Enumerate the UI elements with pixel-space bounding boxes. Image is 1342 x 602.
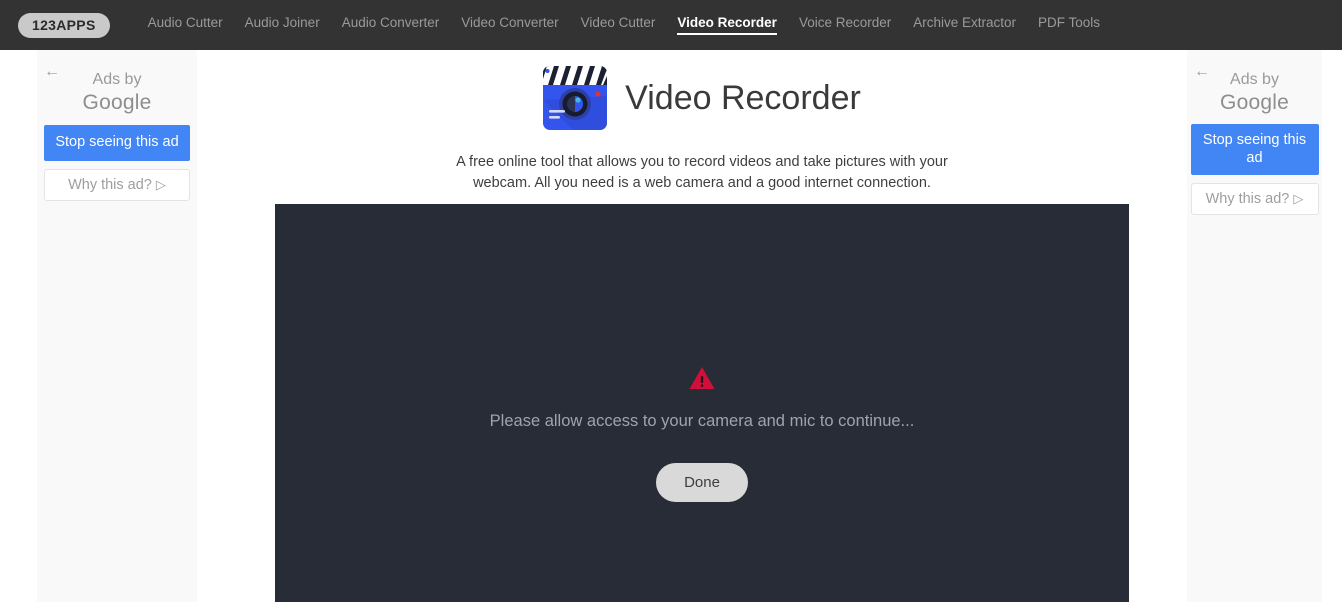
nav-link-video-cutter[interactable]: Video Cutter — [581, 15, 656, 35]
stop-seeing-this-ad-button-left[interactable]: Stop seeing this ad — [44, 125, 190, 161]
video-preview-stage: Please allow access to your camera and m… — [275, 204, 1129, 602]
nav-link-audio-cutter[interactable]: Audio Cutter — [148, 15, 223, 35]
permission-message-text: Please allow access to your camera and m… — [489, 412, 915, 430]
why-this-ad-label-left: Why this ad? — [68, 176, 152, 193]
nav-link-audio-joiner[interactable]: Audio Joiner — [245, 15, 320, 35]
main-nav-links: Audio Cutter Audio Joiner Audio Converter V… — [148, 15, 1122, 35]
brand-logo-123apps[interactable]: 123APPS — [18, 12, 110, 38]
play-caret-icon-left: ▷ — [155, 176, 166, 192]
top-navigation-bar: 123APPS Audio Cutter Audio Joiner Audio Co… — [0, 0, 1342, 50]
nav-link-video-recorder[interactable]: Video Recorder — [677, 15, 777, 35]
warning-triangle-icon — [275, 366, 1129, 395]
ads-by-google-label-left: Ads by Google — [37, 60, 197, 115]
ad-panel-left: ← Ads by Google Stop seeing this ad Why … — [37, 50, 197, 602]
why-this-ad-button-left[interactable]: Why this ad? ▷ — [44, 168, 190, 201]
ads-by-text-left: Ads by — [92, 71, 142, 88]
page-body: ← Ads by Google Stop seeing this ad Why … — [0, 50, 1342, 602]
google-wordmark-left: Google — [82, 91, 152, 114]
why-this-ad-button-right[interactable]: Why this ad? ▷ — [1190, 182, 1319, 215]
ad-panel-right: ← Ads by Google Stop seeing this ad Why … — [1187, 50, 1322, 602]
page-header: Video Recorder A free online tool that a… — [275, 66, 1129, 194]
why-this-ad-label-right: Why this ad? — [1205, 190, 1290, 207]
header-title-row: Video Recorder — [275, 66, 1129, 130]
camera-permission-prompt: Please allow access to your camera and m… — [275, 366, 1129, 502]
nav-link-pdf-tools[interactable]: PDF Tools — [1038, 15, 1100, 35]
play-caret-icon-right: ▷ — [1293, 190, 1304, 206]
ad-back-arrow-icon-right[interactable]: ← — [1194, 64, 1210, 80]
ad-back-arrow-icon[interactable]: ← — [44, 64, 60, 80]
nav-link-audio-converter[interactable]: Audio Converter — [342, 15, 440, 35]
page-title: Video Recorder — [625, 79, 861, 117]
video-recorder-app-icon — [543, 66, 608, 130]
done-button[interactable]: Done — [656, 463, 748, 502]
nav-link-video-converter[interactable]: Video Converter — [461, 15, 558, 35]
app-description: A free online tool that allows you to re… — [456, 154, 948, 192]
nav-link-voice-recorder[interactable]: Voice Recorder — [799, 15, 891, 35]
google-wordmark-right: Google — [1220, 91, 1289, 114]
stop-seeing-this-ad-button-right[interactable]: Stop seeing this ad — [1190, 124, 1319, 175]
nav-link-archive-extractor[interactable]: Archive Extractor — [913, 15, 1016, 35]
